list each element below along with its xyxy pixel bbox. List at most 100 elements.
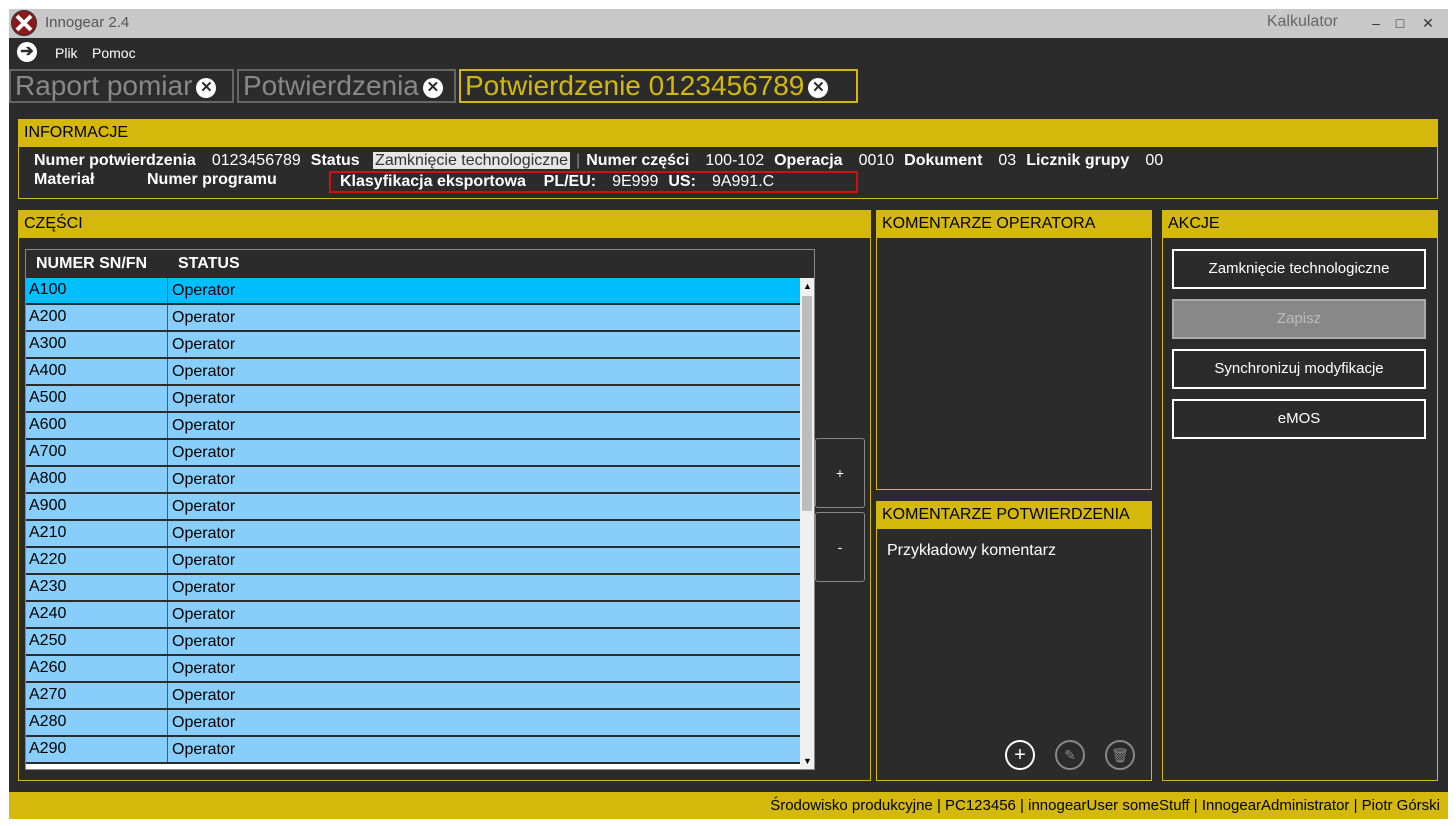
klasyfikacja-label: Klasyfikacja eksportowa (340, 173, 526, 190)
cell-sn: A600 (29, 416, 67, 433)
menu-plik[interactable]: Plik (55, 45, 78, 61)
cell-sn: A300 (29, 335, 67, 352)
pleu-value: 9E999 (612, 173, 659, 190)
scroll-down-icon[interactable]: ▼ (803, 756, 812, 766)
scroll-thumb[interactable] (802, 296, 812, 511)
cell-sn: A800 (29, 470, 67, 487)
scroll-up-icon[interactable]: ▲ (803, 281, 812, 291)
numer-czesci-value: 100-102 (705, 152, 765, 169)
cell-sn: A250 (29, 632, 67, 649)
table-row[interactable]: A230 Operator (26, 575, 801, 602)
tab-label: Potwierdzenie 0123456789 (465, 70, 805, 101)
table-row[interactable]: A900 Operator (26, 494, 801, 521)
add-comment-icon[interactable]: + (1005, 740, 1035, 770)
operator-comments-panel[interactable] (876, 210, 1152, 490)
cell-status: Operator (167, 305, 235, 330)
title-bar: Innogear 2.4 Kalkulator – □ ✕ (9, 9, 1448, 38)
cell-status: Operator (167, 440, 235, 465)
cell-status: Operator (167, 278, 235, 303)
table-row[interactable]: A250 Operator (26, 629, 801, 656)
table-row[interactable]: A210 Operator (26, 521, 801, 548)
table-row[interactable]: A240 Operator (26, 602, 801, 629)
close-icon[interactable]: ✕ (196, 77, 217, 98)
cell-status: Operator (167, 710, 235, 735)
cell-status: Operator (167, 737, 235, 762)
tab-raport-pomiar[interactable]: Raport pomiar ✕ (9, 69, 234, 103)
calculator-link[interactable]: Kalkulator (1267, 13, 1338, 31)
dokument-label: Dokument (904, 152, 983, 169)
parts-table: NUMER SN/FN STATUS A100 Operator A200 Opera… (25, 249, 815, 770)
status-bar-text: Środowisko produkcyjne | PC123456 | inno… (770, 797, 1440, 814)
table-row[interactable]: A200 Operator (26, 305, 801, 332)
table-row[interactable]: A260 Operator (26, 656, 801, 683)
table-row[interactable]: A800 Operator (26, 467, 801, 494)
edit-comment-icon[interactable]: ✎ (1055, 740, 1085, 770)
cell-status: Operator (167, 656, 235, 681)
operacja-value: 0010 (858, 152, 895, 169)
remove-part-button[interactable]: - (815, 512, 865, 582)
cell-sn: A900 (29, 497, 67, 514)
cell-sn: A200 (29, 308, 67, 325)
table-row[interactable]: A400 Operator (26, 359, 801, 386)
back-arrow-icon[interactable]: ➔ (17, 42, 37, 62)
table-row[interactable]: A290 Operator (26, 737, 801, 764)
cell-status: Operator (167, 629, 235, 654)
pleu-label: PL/EU: (543, 173, 597, 190)
cell-sn: A400 (29, 362, 67, 379)
sync-modifications-button[interactable]: Synchronizuj modyfikacje (1172, 349, 1426, 389)
cell-status: Operator (167, 359, 235, 384)
close-window-button[interactable]: ✕ (1416, 12, 1440, 34)
cell-sn: A240 (29, 605, 67, 622)
us-value: 9A991.C (711, 173, 775, 190)
table-row[interactable]: A280 Operator (26, 710, 801, 737)
cell-sn: A280 (29, 713, 67, 730)
table-row[interactable]: A270 Operator (26, 683, 801, 710)
cell-status: Operator (167, 521, 235, 546)
menu-pomoc[interactable]: Pomoc (92, 45, 136, 61)
table-scrollbar[interactable]: ▲ ▼ (800, 278, 814, 769)
save-button[interactable]: Zapisz (1172, 299, 1426, 339)
status-value: Zamknięcie technologiczne (373, 152, 571, 169)
table-row[interactable]: A600 Operator (26, 413, 801, 440)
tab-potwierdzenie-active[interactable]: Potwierdzenie 0123456789 ✕ (459, 69, 858, 103)
app-window: Innogear 2.4 Kalkulator – □ ✕ ➔ Plik Pom… (9, 9, 1448, 819)
maximize-button[interactable]: □ (1388, 12, 1412, 34)
actions-panel (1162, 210, 1438, 781)
cell-status: Operator (167, 683, 235, 708)
add-part-button[interactable]: + (815, 438, 865, 508)
dokument-value: 03 (998, 152, 1017, 169)
table-row[interactable]: A100 Operator (26, 278, 801, 305)
cell-status: Operator (167, 413, 235, 438)
numer-programu-label: Numer programu (147, 171, 277, 188)
separator: | (576, 152, 581, 169)
close-icon[interactable]: ✕ (808, 77, 829, 98)
window-title: Innogear 2.4 (45, 14, 130, 31)
delete-comment-icon[interactable]: 🗑 (1105, 740, 1135, 770)
table-header: NUMER SN/FN STATUS (26, 250, 814, 278)
minimize-button[interactable]: – (1364, 12, 1388, 34)
comment-text[interactable]: Przykładowy komentarz (887, 542, 1056, 560)
table-row[interactable]: A500 Operator (26, 386, 801, 413)
menu-bar: ➔ Plik Pomoc (9, 38, 1448, 68)
cell-sn: A270 (29, 686, 67, 703)
close-technological-button[interactable]: Zamknięcie technologiczne (1172, 249, 1426, 289)
licznik-value: 00 (1145, 152, 1164, 169)
cell-status: Operator (167, 386, 235, 411)
table-row[interactable]: A700 Operator (26, 440, 801, 467)
emos-button[interactable]: eMOS (1172, 399, 1426, 439)
cell-sn: A500 (29, 389, 67, 406)
numer-potwierdzenia-label: Numer potwierdzenia (34, 152, 196, 169)
info-line-2b: Numer programu (147, 171, 277, 189)
app-logo-icon (11, 10, 37, 36)
cell-status: Operator (167, 602, 235, 627)
cell-sn: A260 (29, 659, 67, 676)
col-sn-header[interactable]: NUMER SN/FN (36, 255, 147, 273)
numer-potwierdzenia-value: 0123456789 (211, 152, 301, 169)
table-row[interactable]: A220 Operator (26, 548, 801, 575)
table-row[interactable]: A300 Operator (26, 332, 801, 359)
tab-potwierdzenia[interactable]: Potwierdzenia ✕ (237, 69, 456, 103)
operacja-label: Operacja (774, 152, 843, 169)
col-status-header[interactable]: STATUS (178, 255, 240, 273)
close-icon[interactable]: ✕ (422, 77, 443, 98)
cell-status: Operator (167, 332, 235, 357)
